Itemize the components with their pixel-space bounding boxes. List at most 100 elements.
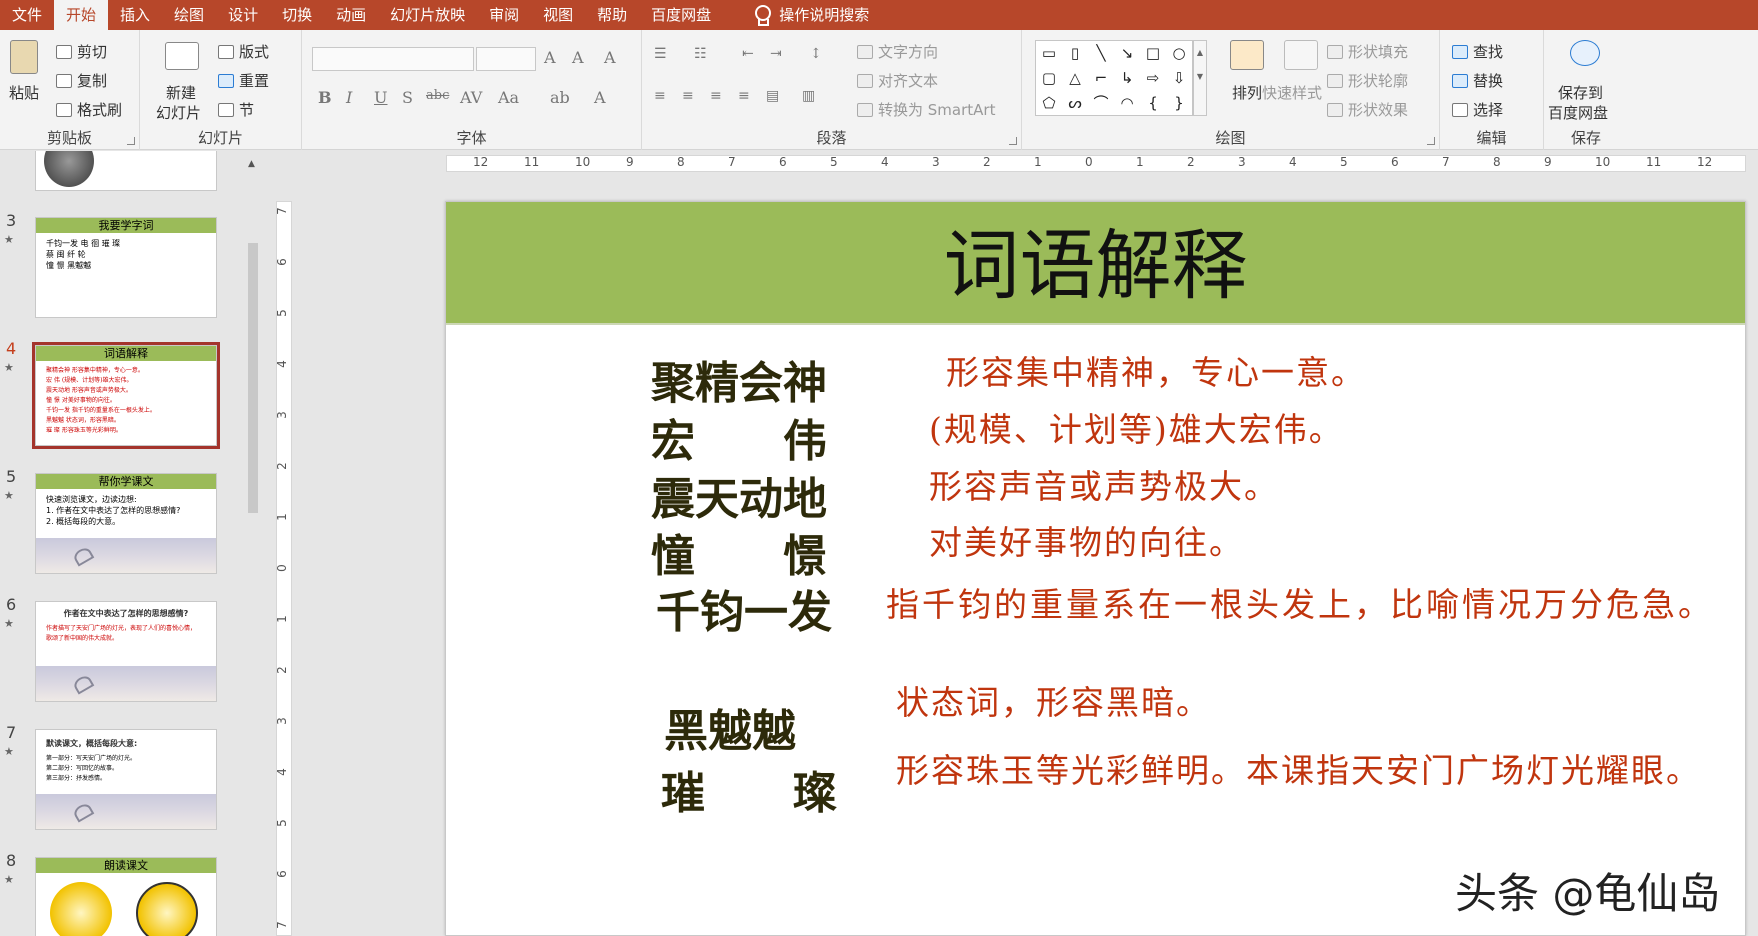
- elbow-arrow-icon[interactable]: ↳: [1114, 66, 1140, 91]
- definition-7[interactable]: 形容珠玉等光彩鲜明。本课指天安门广场灯光耀眼。: [896, 744, 1701, 792]
- tab-animations[interactable]: 动画: [324, 0, 378, 30]
- tab-baidu[interactable]: 百度网盘: [639, 0, 723, 30]
- increase-indent-icon[interactable]: ⇥: [770, 46, 782, 62]
- font-size-combo[interactable]: [476, 47, 536, 71]
- slide-thumbnail-2[interactable]: [35, 151, 217, 191]
- slide-thumbnail-5[interactable]: 帮你学课文 快速浏览课文，边读边想: 1. 作者在文中表达了怎样的思想感情? 2…: [35, 473, 217, 574]
- font-name-combo[interactable]: [312, 47, 474, 71]
- term-2[interactable]: 宏 伟: [651, 405, 827, 469]
- bold-icon[interactable]: B: [318, 88, 332, 107]
- arc-icon[interactable]: ◠: [1114, 91, 1140, 116]
- underline-icon[interactable]: U: [374, 88, 387, 107]
- shapes-more-icon[interactable]: ▲ ▼: [1193, 40, 1207, 116]
- tab-help[interactable]: 帮助: [585, 0, 639, 30]
- scribble-icon[interactable]: ᔕ: [1062, 91, 1088, 116]
- definition-1[interactable]: 形容集中精神，专心一意。: [946, 346, 1366, 394]
- bullets-icon[interactable]: ☰: [654, 46, 667, 62]
- slide-thumbnail-8[interactable]: 朗读课文: [35, 857, 217, 936]
- convert-smartart-button[interactable]: 转换为 SmartArt: [857, 99, 995, 120]
- tab-review[interactable]: 审阅: [477, 0, 531, 30]
- slide-thumbnail-7[interactable]: 默读课文，概括每段大意: 第一部分：写天安门广场的灯光。 第二部分：写回忆的故事…: [35, 729, 217, 830]
- tab-draw[interactable]: 绘图: [162, 0, 216, 30]
- copy-button[interactable]: 复制: [56, 70, 107, 91]
- paste-button[interactable]: 粘贴: [9, 82, 39, 103]
- shapes-gallery[interactable]: ▭ ▯ ╲ ↘ □ ○ ▢ △ ⌐ ↳ ⇨ ⇩ ⬠ ᔕ ⌒ ◠{}: [1035, 40, 1193, 116]
- new-slide-dropdown[interactable]: 幻灯片: [156, 102, 201, 123]
- slide-thumbnail-3[interactable]: 我要学字词 千钧一发 电 徊 璀 璨 蔡 闽 纤 轮 憧 憬 黑魆魆: [35, 217, 217, 318]
- shape-effects-button[interactable]: 形状效果: [1327, 99, 1408, 120]
- tab-transitions[interactable]: 切换: [270, 0, 324, 30]
- right-brace-icon[interactable]: }: [1166, 91, 1192, 116]
- numbering-icon[interactable]: ☷: [694, 46, 707, 62]
- change-case-icon[interactable]: Aa: [498, 88, 519, 107]
- clear-format-icon[interactable]: A: [604, 48, 616, 67]
- definition-6[interactable]: 状态词，形容黑暗。: [896, 676, 1211, 724]
- layout-button[interactable]: 版式: [218, 41, 269, 62]
- font-color-icon[interactable]: A: [594, 88, 606, 107]
- right-arrow-icon[interactable]: ⇨: [1140, 66, 1166, 91]
- arrow-line-icon[interactable]: ↘: [1114, 41, 1140, 66]
- line-spacing-icon[interactable]: ↕: [810, 46, 822, 62]
- term-1[interactable]: 聚精会神: [651, 347, 827, 411]
- format-painter-button[interactable]: 格式刷: [56, 99, 122, 120]
- tab-home[interactable]: 开始: [54, 0, 109, 30]
- term-6[interactable]: 黑魆魆: [664, 695, 796, 759]
- definition-3[interactable]: 形容声音或声势极大。: [929, 460, 1279, 508]
- align-left-icon[interactable]: ≡: [654, 88, 666, 104]
- slide-thumbnail-4[interactable]: 词语解释 聚精会神 形容集中精神，专心一意。 宏 伟 (规模、计划等)雄大宏伟。…: [32, 342, 220, 449]
- definition-2[interactable]: (规模、计划等)雄大宏伟。: [929, 403, 1344, 451]
- textbox-shape-icon[interactable]: ▭: [1036, 41, 1062, 66]
- vertical-textbox-icon[interactable]: ▯: [1062, 41, 1088, 66]
- oval-shape-icon[interactable]: ○: [1166, 41, 1192, 66]
- elbow-connector-icon[interactable]: ⌐: [1088, 66, 1114, 91]
- term-7[interactable]: 璀 璨: [661, 757, 837, 821]
- align-text-button[interactable]: 对齐文本: [857, 70, 938, 91]
- tell-me-search[interactable]: 操作说明搜索: [775, 0, 881, 30]
- shrink-font-icon[interactable]: A: [572, 48, 584, 67]
- scroll-up-icon[interactable]: ▲: [248, 159, 255, 169]
- highlight-icon[interactable]: ab: [550, 88, 570, 107]
- term-4[interactable]: 憧 憬: [651, 520, 827, 584]
- shape-outline-button[interactable]: 形状轮廓: [1327, 70, 1408, 91]
- find-button[interactable]: 查找: [1452, 41, 1503, 62]
- replace-button[interactable]: 替换: [1452, 70, 1503, 91]
- tab-insert[interactable]: 插入: [108, 0, 162, 30]
- triangle-shape-icon[interactable]: △: [1062, 66, 1088, 91]
- definition-5[interactable]: 指千钧的重量系在一根头发上，比喻情况万分危急。: [886, 578, 1714, 626]
- tab-design[interactable]: 设计: [216, 0, 270, 30]
- align-right-icon[interactable]: ≡: [710, 88, 722, 104]
- dialog-launcher-icon[interactable]: [1427, 137, 1435, 145]
- slide-thumbnail-6[interactable]: 作者在文中表达了怎样的思想感情? 作者描写了天安门广场的灯光，表现了人们的喜悦心…: [35, 601, 217, 702]
- section-button[interactable]: 节: [218, 99, 254, 120]
- reset-button[interactable]: 重置: [218, 70, 269, 91]
- arrange-button[interactable]: 排列: [1232, 82, 1262, 103]
- italic-icon[interactable]: I: [346, 88, 352, 107]
- columns-icon[interactable]: ▥: [802, 88, 815, 104]
- text-direction-button[interactable]: 文字方向: [857, 41, 938, 62]
- quick-styles-button[interactable]: 快速样式: [1262, 82, 1322, 103]
- shadow-icon[interactable]: S: [402, 88, 413, 107]
- justify-icon[interactable]: ≡: [738, 88, 750, 104]
- char-spacing-icon[interactable]: AV: [460, 88, 482, 107]
- term-3[interactable]: 震天动地: [651, 463, 827, 527]
- definition-4[interactable]: 对美好事物的向往。: [929, 516, 1244, 564]
- dialog-launcher-icon[interactable]: [127, 137, 135, 145]
- shape-fill-button[interactable]: 形状填充: [1327, 41, 1408, 62]
- distributed-icon[interactable]: ▤: [766, 88, 779, 104]
- slide-title[interactable]: 词语解释: [446, 202, 1745, 325]
- freeform-icon[interactable]: ⬠: [1036, 91, 1062, 116]
- decrease-indent-icon[interactable]: ⇤: [742, 46, 754, 62]
- tab-slideshow[interactable]: 幻灯片放映: [378, 0, 477, 30]
- tab-view[interactable]: 视图: [531, 0, 585, 30]
- save-baidu-button[interactable]: 保存到: [1558, 82, 1603, 103]
- cut-button[interactable]: 剪切: [56, 41, 107, 62]
- select-button[interactable]: 选择: [1452, 99, 1503, 120]
- strikethrough-icon[interactable]: abc: [426, 88, 449, 103]
- align-center-icon[interactable]: ≡: [682, 88, 694, 104]
- grow-font-icon[interactable]: A: [544, 48, 556, 67]
- thumbnail-scrollbar[interactable]: ▲: [245, 155, 262, 936]
- new-slide-button[interactable]: 新建: [166, 82, 196, 103]
- down-arrow-icon[interactable]: ⇩: [1166, 66, 1192, 91]
- tab-file[interactable]: 文件: [0, 0, 54, 30]
- term-5[interactable]: 千钧一发: [656, 576, 832, 640]
